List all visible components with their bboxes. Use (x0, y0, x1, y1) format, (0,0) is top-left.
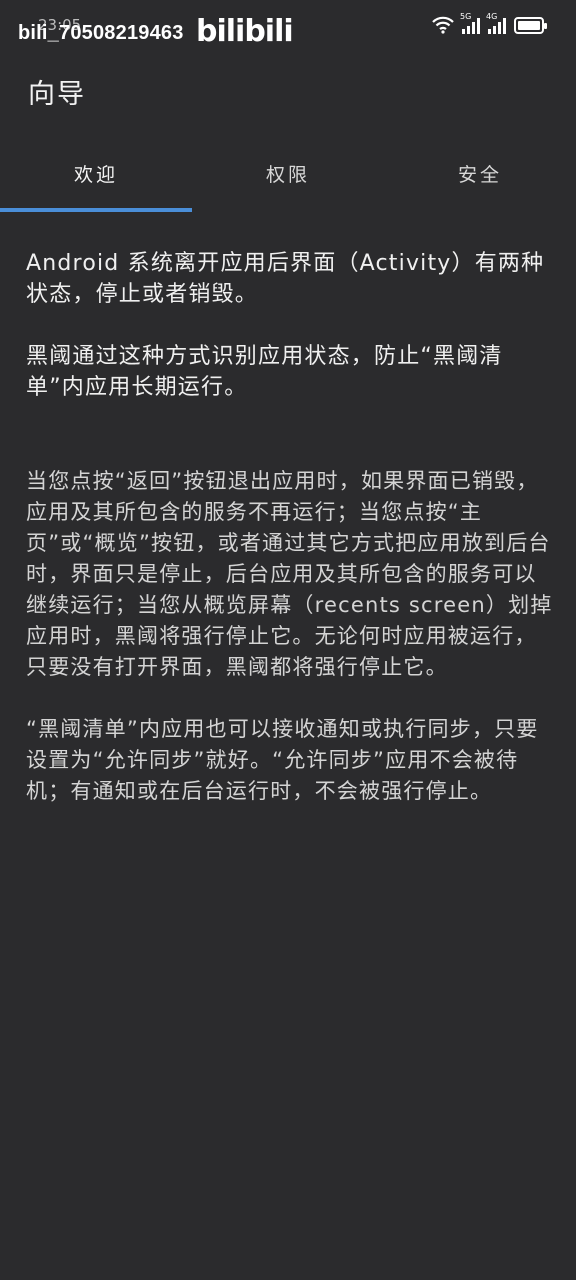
battery-icon (514, 16, 547, 34)
signal-4g-icon: 4G (486, 12, 506, 34)
tab-welcome-label: 欢迎 (73, 164, 118, 186)
detail-paragraph-1: 当您点按“返回”按钮退出应用时，如果界面已销毁，应用及其所包含的服务不再运行；当… (26, 469, 553, 679)
intro-paragraph-1: Android 系统离开应用后界面（Activity）有两种状态，停止或者销毁。 (26, 251, 545, 307)
watermark-username: bili_70508219463 (18, 22, 184, 44)
tab-bar: 欢迎 权限 安全 (0, 140, 576, 212)
detail-paragraph-2: “黑阈清单”内应用也可以接收通知或执行同步，只要设置为“允许同步”就好。“允许同… (26, 717, 539, 803)
tab-active-indicator (0, 208, 192, 212)
welcome-content: Android 系统离开应用后界面（Activity）有两种状态，停止或者销毁。… (26, 248, 554, 838)
status-icons: 5G 4G (432, 12, 547, 34)
wifi-icon (432, 16, 454, 34)
signal-4g-label: 4G (486, 12, 498, 21)
tab-security[interactable]: 安全 (384, 140, 576, 212)
intro-paragraph-2: 黑阈通过这种方式识别应用状态，防止“黑阈清单”内应用长期运行。 (26, 344, 503, 400)
tab-welcome[interactable]: 欢迎 (0, 140, 192, 212)
status-bar: 23:05 bili_70508219463 bilibili 5G 4G (0, 0, 576, 56)
tab-security-label: 安全 (457, 164, 502, 186)
page-title: 向导 (28, 79, 86, 110)
signal-5g-label: 5G (460, 12, 472, 21)
bilibili-logo: bilibili (196, 14, 294, 49)
signal-5g-icon: 5G (460, 12, 480, 34)
tab-permissions-label: 权限 (265, 164, 310, 186)
tab-permissions[interactable]: 权限 (192, 140, 384, 212)
